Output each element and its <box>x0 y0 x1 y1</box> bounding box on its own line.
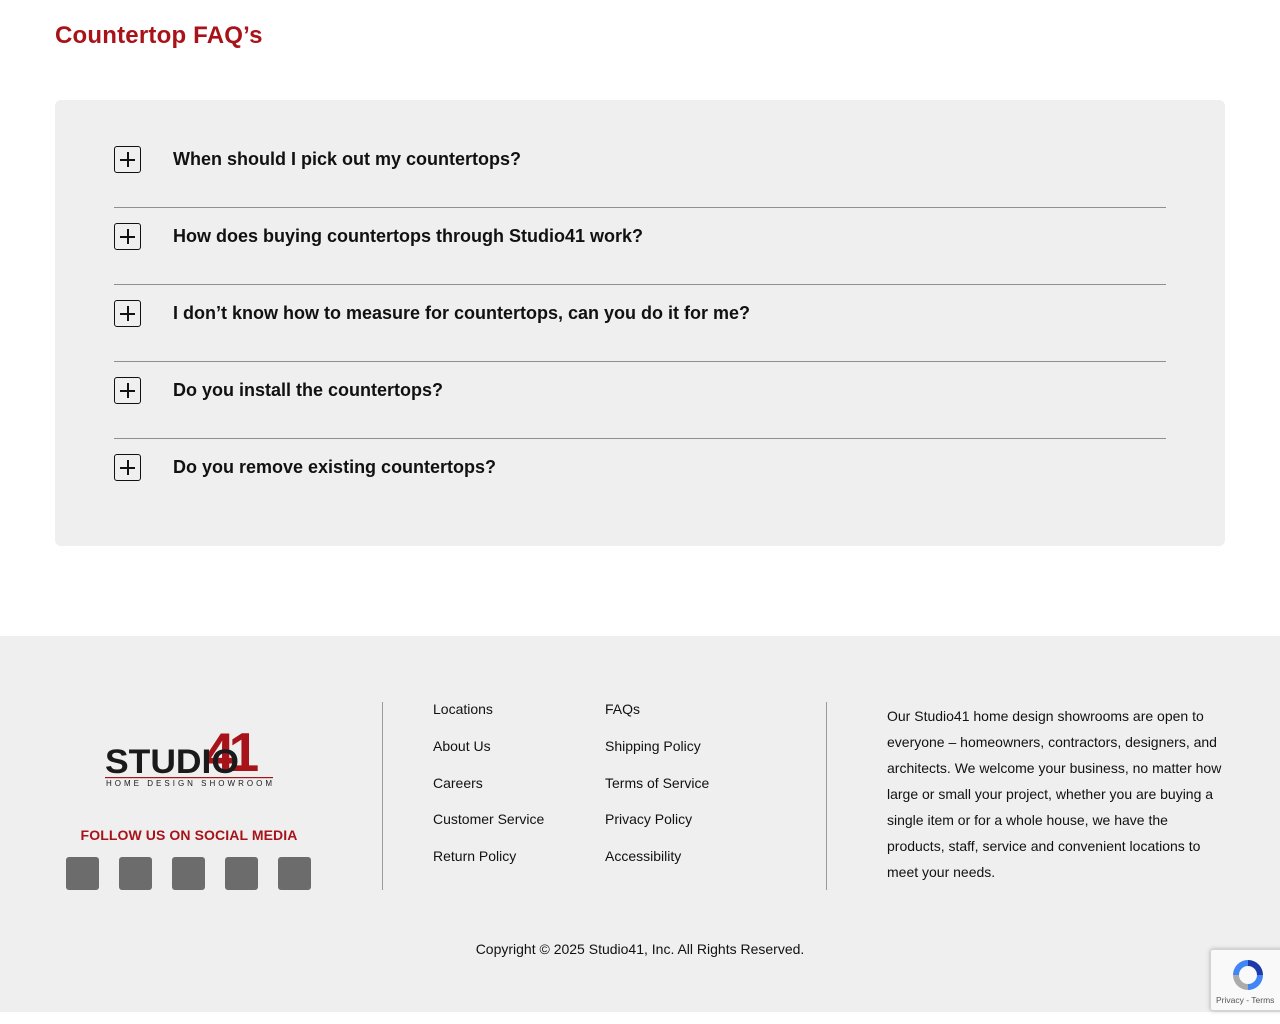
recaptcha-icon <box>1233 960 1263 990</box>
logo-word: STUDIO <box>105 743 239 781</box>
facebook-icon[interactable] <box>66 857 99 890</box>
plus-box-icon[interactable] <box>114 146 141 173</box>
faq-accordion: When should I pick out my countertops? H… <box>55 100 1225 546</box>
footer-link-faqs[interactable]: FAQs <box>605 700 709 737</box>
footer-link-customer-service[interactable]: Customer Service <box>433 810 544 847</box>
footer-link-locations[interactable]: Locations <box>433 700 544 737</box>
footer-divider <box>382 702 383 890</box>
footer-links-primary: Locations About Us Careers Customer Serv… <box>433 700 544 884</box>
footer-about-text: Our Studio41 home design showrooms are o… <box>887 708 1222 880</box>
footer-links-secondary: FAQs Shipping Policy Terms of Service Pr… <box>605 700 709 884</box>
faq-item[interactable]: Do you remove existing countertops? <box>114 439 1166 516</box>
site-footer: 41 STUDIO HOME DESIGN SHOWROOM FOLLOW US… <box>0 636 1280 1012</box>
faq-question[interactable]: How does buying countertops through Stud… <box>173 223 643 250</box>
studio41-logo[interactable]: 41 STUDIO HOME DESIGN SHOWROOM <box>104 721 276 788</box>
linkedin-icon[interactable] <box>278 857 311 890</box>
footer-link-accessibility[interactable]: Accessibility <box>605 847 709 884</box>
faq-item[interactable]: How does buying countertops through Stud… <box>114 208 1166 285</box>
footer-link-return-policy[interactable]: Return Policy <box>433 847 544 884</box>
page-title: Countertop FAQ’s <box>55 22 263 49</box>
copyright: Copyright © 2025 Studio41, Inc. All Righ… <box>475 941 805 957</box>
faq-question[interactable]: Do you install the countertops? <box>173 377 443 404</box>
footer-link-shipping-policy[interactable]: Shipping Policy <box>605 737 709 774</box>
faq-item[interactable]: I don’t know how to measure for countert… <box>114 285 1166 362</box>
faq-question[interactable]: I don’t know how to measure for countert… <box>173 300 750 327</box>
faq-item[interactable]: When should I pick out my countertops? <box>114 131 1166 208</box>
recaptcha-terms[interactable]: Privacy - Terms <box>1216 995 1274 1005</box>
faq-question[interactable]: When should I pick out my countertops? <box>173 146 521 173</box>
plus-box-icon[interactable] <box>114 377 141 404</box>
footer-link-privacy-policy[interactable]: Privacy Policy <box>605 810 709 847</box>
footer-link-careers[interactable]: Careers <box>433 774 544 811</box>
plus-box-icon[interactable] <box>114 300 141 327</box>
footer-link-about-us[interactable]: About Us <box>433 737 544 774</box>
footer-link-terms-of-service[interactable]: Terms of Service <box>605 774 709 811</box>
footer-divider <box>826 702 827 890</box>
recaptcha-badge[interactable]: Privacy - Terms <box>1210 949 1280 1011</box>
faq-question[interactable]: Do you remove existing countertops? <box>173 454 496 481</box>
plus-box-icon[interactable] <box>114 223 141 250</box>
faq-item[interactable]: Do you install the countertops? <box>114 362 1166 439</box>
youtube-icon[interactable] <box>225 857 258 890</box>
social-heading: FOLLOW US ON SOCIAL MEDIA <box>80 827 298 843</box>
plus-box-icon[interactable] <box>114 454 141 481</box>
instagram-icon[interactable] <box>119 857 152 890</box>
social-links <box>66 857 311 890</box>
pinterest-icon[interactable] <box>172 857 205 890</box>
